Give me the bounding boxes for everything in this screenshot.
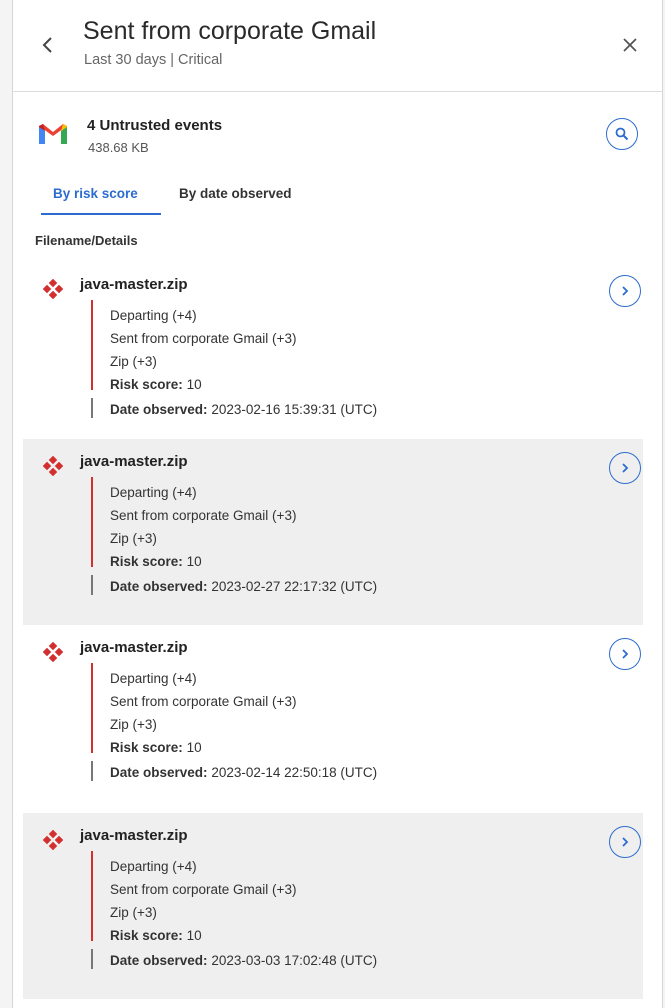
- risk-score-value: 10: [186, 740, 202, 755]
- open-event-button[interactable]: [609, 638, 641, 670]
- events-summary: 4 Untrusted events 438.68 KB: [13, 92, 662, 172]
- risk-score-value: 10: [186, 377, 202, 392]
- open-event-button[interactable]: [609, 452, 641, 484]
- open-event-button[interactable]: [609, 826, 641, 858]
- risk-factor-zip: Zip (+3): [110, 531, 157, 546]
- panel-subtitle: Last 30 days | Critical: [84, 52, 223, 68]
- event-item: java-master.zip Departing (+4) Sent from…: [23, 625, 643, 811]
- close-icon: [623, 38, 637, 52]
- date-indicator-bar: [91, 949, 93, 969]
- date-observed-label: Date observed:: [110, 765, 208, 780]
- sort-tabs: By risk score By date observed: [13, 172, 662, 216]
- risk-indicator-bar: [91, 300, 93, 390]
- date-observed-value: 2023-02-16 15:39:31 (UTC): [211, 402, 378, 417]
- panel-header: Sent from corporate Gmail Last 30 days |…: [13, 0, 662, 92]
- date-observed-label: Date observed:: [110, 579, 208, 594]
- tab-by-date-observed[interactable]: By date observed: [179, 186, 292, 201]
- risk-factor-gmail: Sent from corporate Gmail (+3): [110, 508, 297, 523]
- risk-score-label: Risk score:: [110, 377, 183, 392]
- date-indicator-bar: [91, 398, 93, 418]
- column-header: Filename/Details: [35, 233, 138, 248]
- gmail-icon: [39, 124, 67, 144]
- risk-indicator-bar: [91, 477, 93, 567]
- risk-indicator-bar: [91, 663, 93, 753]
- risk-factor-zip: Zip (+3): [110, 905, 157, 920]
- events-size: 438.68 KB: [88, 140, 149, 155]
- risk-score-line: Risk score: 10: [110, 554, 202, 569]
- chevron-right-icon: [622, 286, 629, 296]
- risk-score-value: 10: [186, 928, 202, 943]
- chevron-right-icon: [622, 837, 629, 847]
- event-filename: java-master.zip: [80, 276, 188, 293]
- risk-factor-departing: Departing (+4): [110, 308, 197, 323]
- close-button[interactable]: [620, 35, 640, 55]
- events-count-title: 4 Untrusted events: [87, 117, 223, 134]
- risk-factor-gmail: Sent from corporate Gmail (+3): [110, 331, 297, 346]
- risk-factor-zip: Zip (+3): [110, 354, 157, 369]
- back-button[interactable]: [37, 32, 59, 58]
- chevron-right-icon: [622, 649, 629, 659]
- date-observed-value: 2023-03-03 17:02:48 (UTC): [211, 953, 378, 968]
- date-observed-value: 2023-02-14 22:50:18 (UTC): [211, 765, 378, 780]
- tab-by-risk-score[interactable]: By risk score: [41, 186, 150, 214]
- risk-score-line: Risk score: 10: [110, 928, 202, 943]
- risk-factor-zip: Zip (+3): [110, 717, 157, 732]
- critical-risk-icon: [43, 830, 63, 850]
- risk-score-line: Risk score: 10: [110, 740, 202, 755]
- search-button[interactable]: [606, 118, 638, 150]
- critical-risk-icon: [43, 642, 63, 662]
- chevron-right-icon: [622, 463, 629, 473]
- open-event-button[interactable]: [609, 275, 641, 307]
- date-indicator-bar: [91, 575, 93, 595]
- risk-score-label: Risk score:: [110, 554, 183, 569]
- event-filename: java-master.zip: [80, 639, 188, 656]
- risk-score-label: Risk score:: [110, 928, 183, 943]
- risk-factor-departing: Departing (+4): [110, 485, 197, 500]
- event-filename: java-master.zip: [80, 827, 188, 844]
- event-item: java-master.zip Departing (+4) Sent from…: [23, 439, 643, 625]
- risk-factor-gmail: Sent from corporate Gmail (+3): [110, 882, 297, 897]
- risk-factor-departing: Departing (+4): [110, 671, 197, 686]
- search-icon: [615, 127, 629, 141]
- risk-indicator-bar: [91, 851, 93, 941]
- risk-score-label: Risk score:: [110, 740, 183, 755]
- event-item: java-master.zip Departing (+4) Sent from…: [23, 262, 643, 448]
- event-filename: java-master.zip: [80, 453, 188, 470]
- chevron-left-icon: [42, 37, 52, 53]
- date-observed-line: Date observed: 2023-02-14 22:50:18 (UTC): [110, 765, 377, 780]
- event-detail-panel: Sent from corporate Gmail Last 30 days |…: [12, 0, 663, 1008]
- critical-risk-icon: [43, 279, 63, 299]
- date-indicator-bar: [91, 761, 93, 781]
- date-observed-label: Date observed:: [110, 953, 208, 968]
- risk-factor-departing: Departing (+4): [110, 859, 197, 874]
- date-observed-line: Date observed: 2023-02-16 15:39:31 (UTC): [110, 402, 377, 417]
- panel-title: Sent from corporate Gmail: [83, 17, 377, 45]
- event-item: java-master.zip Departing (+4) Sent from…: [23, 813, 643, 999]
- date-observed-value: 2023-02-27 22:17:32 (UTC): [211, 579, 378, 594]
- critical-risk-icon: [43, 456, 63, 476]
- risk-factor-gmail: Sent from corporate Gmail (+3): [110, 694, 297, 709]
- date-observed-line: Date observed: 2023-02-27 22:17:32 (UTC): [110, 579, 377, 594]
- risk-score-value: 10: [186, 554, 202, 569]
- date-observed-line: Date observed: 2023-03-03 17:02:48 (UTC): [110, 953, 377, 968]
- active-tab-indicator: [41, 213, 161, 215]
- risk-score-line: Risk score: 10: [110, 377, 202, 392]
- date-observed-label: Date observed:: [110, 402, 208, 417]
